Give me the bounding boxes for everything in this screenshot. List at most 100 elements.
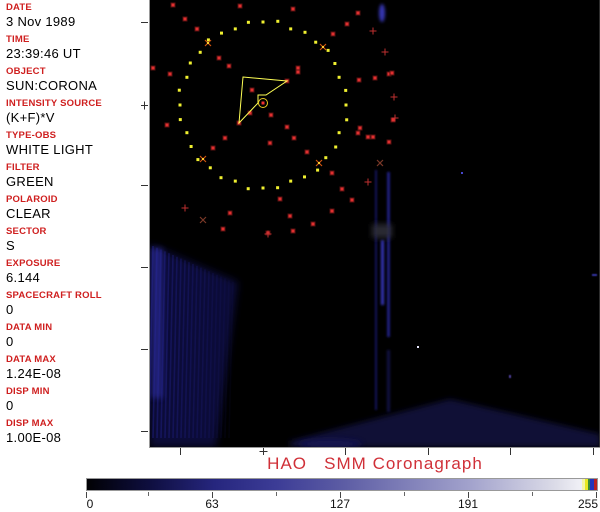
x-mark-center [318, 162, 320, 164]
yellow-fiducial-dot [304, 31, 307, 34]
field-value: 23:39:46 UT [6, 46, 148, 62]
red-dot [351, 199, 354, 202]
red-dot-halo [366, 135, 371, 140]
yellow-fiducial-dot [234, 27, 237, 30]
red-dot-halo [357, 78, 362, 83]
red-dot [286, 126, 289, 129]
vertical-streak-right [387, 172, 390, 337]
field-label: TIME [6, 33, 148, 46]
yellow-fiducial-dot [303, 175, 306, 178]
field-value: (K+F)*V [6, 110, 148, 126]
red-dot-halo [330, 171, 335, 176]
fan-stripe [201, 269, 205, 438]
red-dot [359, 127, 362, 130]
red-dot [269, 142, 272, 145]
red-dot-halo [217, 56, 222, 61]
yellow-fiducial-dot [179, 104, 182, 107]
yellow-fiducial-dot [316, 169, 319, 172]
red-dot [196, 28, 199, 31]
plus-mark [391, 94, 398, 101]
field-value: WHITE LIGHT [6, 142, 148, 158]
red-dot [270, 114, 273, 117]
fan-stripe [173, 257, 177, 438]
field-value: S [6, 238, 148, 254]
colorbar-axis-labels: 0 63 127 191 255 [0, 497, 600, 511]
red-dot [372, 136, 375, 139]
blue-blob-top [379, 4, 385, 22]
metadata-field-time: TIME 23:39:46 UT [6, 33, 148, 65]
metadata-field-disp-min: DISP MIN 0 [6, 385, 148, 417]
red-dot-halo [296, 70, 301, 75]
red-dot [152, 67, 155, 70]
red-dot-halo [305, 150, 310, 155]
fan-stripe [161, 251, 165, 438]
red-dot-halo [228, 211, 233, 216]
red-dot [279, 198, 282, 201]
field-value: GREEN [6, 174, 148, 190]
yellow-fiducial-dot [196, 158, 199, 161]
metadata-field-polaroid: POLAROID CLEAR [6, 193, 148, 225]
blue-dot-small [461, 172, 463, 174]
red-dot [331, 210, 334, 213]
metadata-field-exposure: EXPOSURE 6.144 [6, 257, 148, 289]
red-dot [332, 33, 335, 36]
fan-stripe [181, 260, 185, 438]
fan-stripe [165, 253, 169, 438]
fan-bright-edge [151, 248, 163, 398]
red-dot [331, 172, 334, 175]
field-label: DISP MIN [6, 385, 148, 398]
red-dot [292, 230, 295, 233]
field-value: 6.144 [6, 270, 148, 286]
field-value: 3 Nov 1989 [6, 14, 148, 30]
field-label: INTENSITY SOURCE [6, 97, 148, 110]
fan-stripe [217, 277, 221, 438]
plus-mark [370, 28, 377, 35]
red-dot-halo [331, 32, 336, 37]
field-value: 1.24E-08 [6, 366, 148, 382]
red-dot [222, 228, 225, 231]
white-dot [417, 346, 419, 348]
x-mark [200, 217, 206, 223]
fan-stripe [225, 280, 229, 438]
yellow-fiducial-dot [247, 21, 250, 24]
yellow-fiducial-dot [199, 51, 202, 54]
fan-stripe [157, 250, 161, 438]
red-dot [238, 122, 241, 125]
vertical-streak-left [375, 170, 377, 410]
field-value: 0 [6, 398, 148, 414]
yellow-fiducial-dot [338, 131, 341, 134]
fan-stripe [189, 264, 193, 438]
red-dot [357, 12, 360, 15]
red-dot-halo [238, 4, 243, 9]
red-dot-halo [350, 198, 355, 203]
red-dot [312, 223, 315, 226]
field-label: DATA MAX [6, 353, 148, 366]
plus-mark [382, 49, 389, 56]
red-dot-halo [237, 121, 242, 126]
metadata-field-data-max: DATA MAX 1.24E-08 [6, 353, 148, 385]
red-dot-halo [371, 135, 376, 140]
blue-dash-right [592, 274, 597, 276]
red-dot [346, 23, 349, 26]
field-label: FILTER [6, 161, 148, 174]
fan-stripe [169, 255, 173, 438]
red-dot [388, 141, 391, 144]
yellow-fiducial-dot [207, 38, 210, 41]
x-mark [320, 44, 326, 50]
red-dot [293, 137, 296, 140]
red-dot [224, 137, 227, 140]
yellow-fiducial-dot [220, 176, 223, 179]
fan-stripe [177, 259, 181, 438]
vertical-streak-bright [381, 240, 384, 305]
red-dot-halo [168, 72, 173, 77]
red-dot-halo [266, 231, 271, 236]
red-dot [388, 73, 391, 76]
field-label: DATE [6, 1, 148, 14]
red-dot [306, 151, 309, 154]
yellow-fiducial-dot [262, 21, 265, 24]
colorbar-end-stripe [594, 479, 597, 490]
yellow-fiducial-dot [185, 76, 188, 79]
sun-center-ring [259, 99, 268, 108]
red-dot [229, 212, 232, 215]
red-dot-halo [373, 76, 378, 81]
